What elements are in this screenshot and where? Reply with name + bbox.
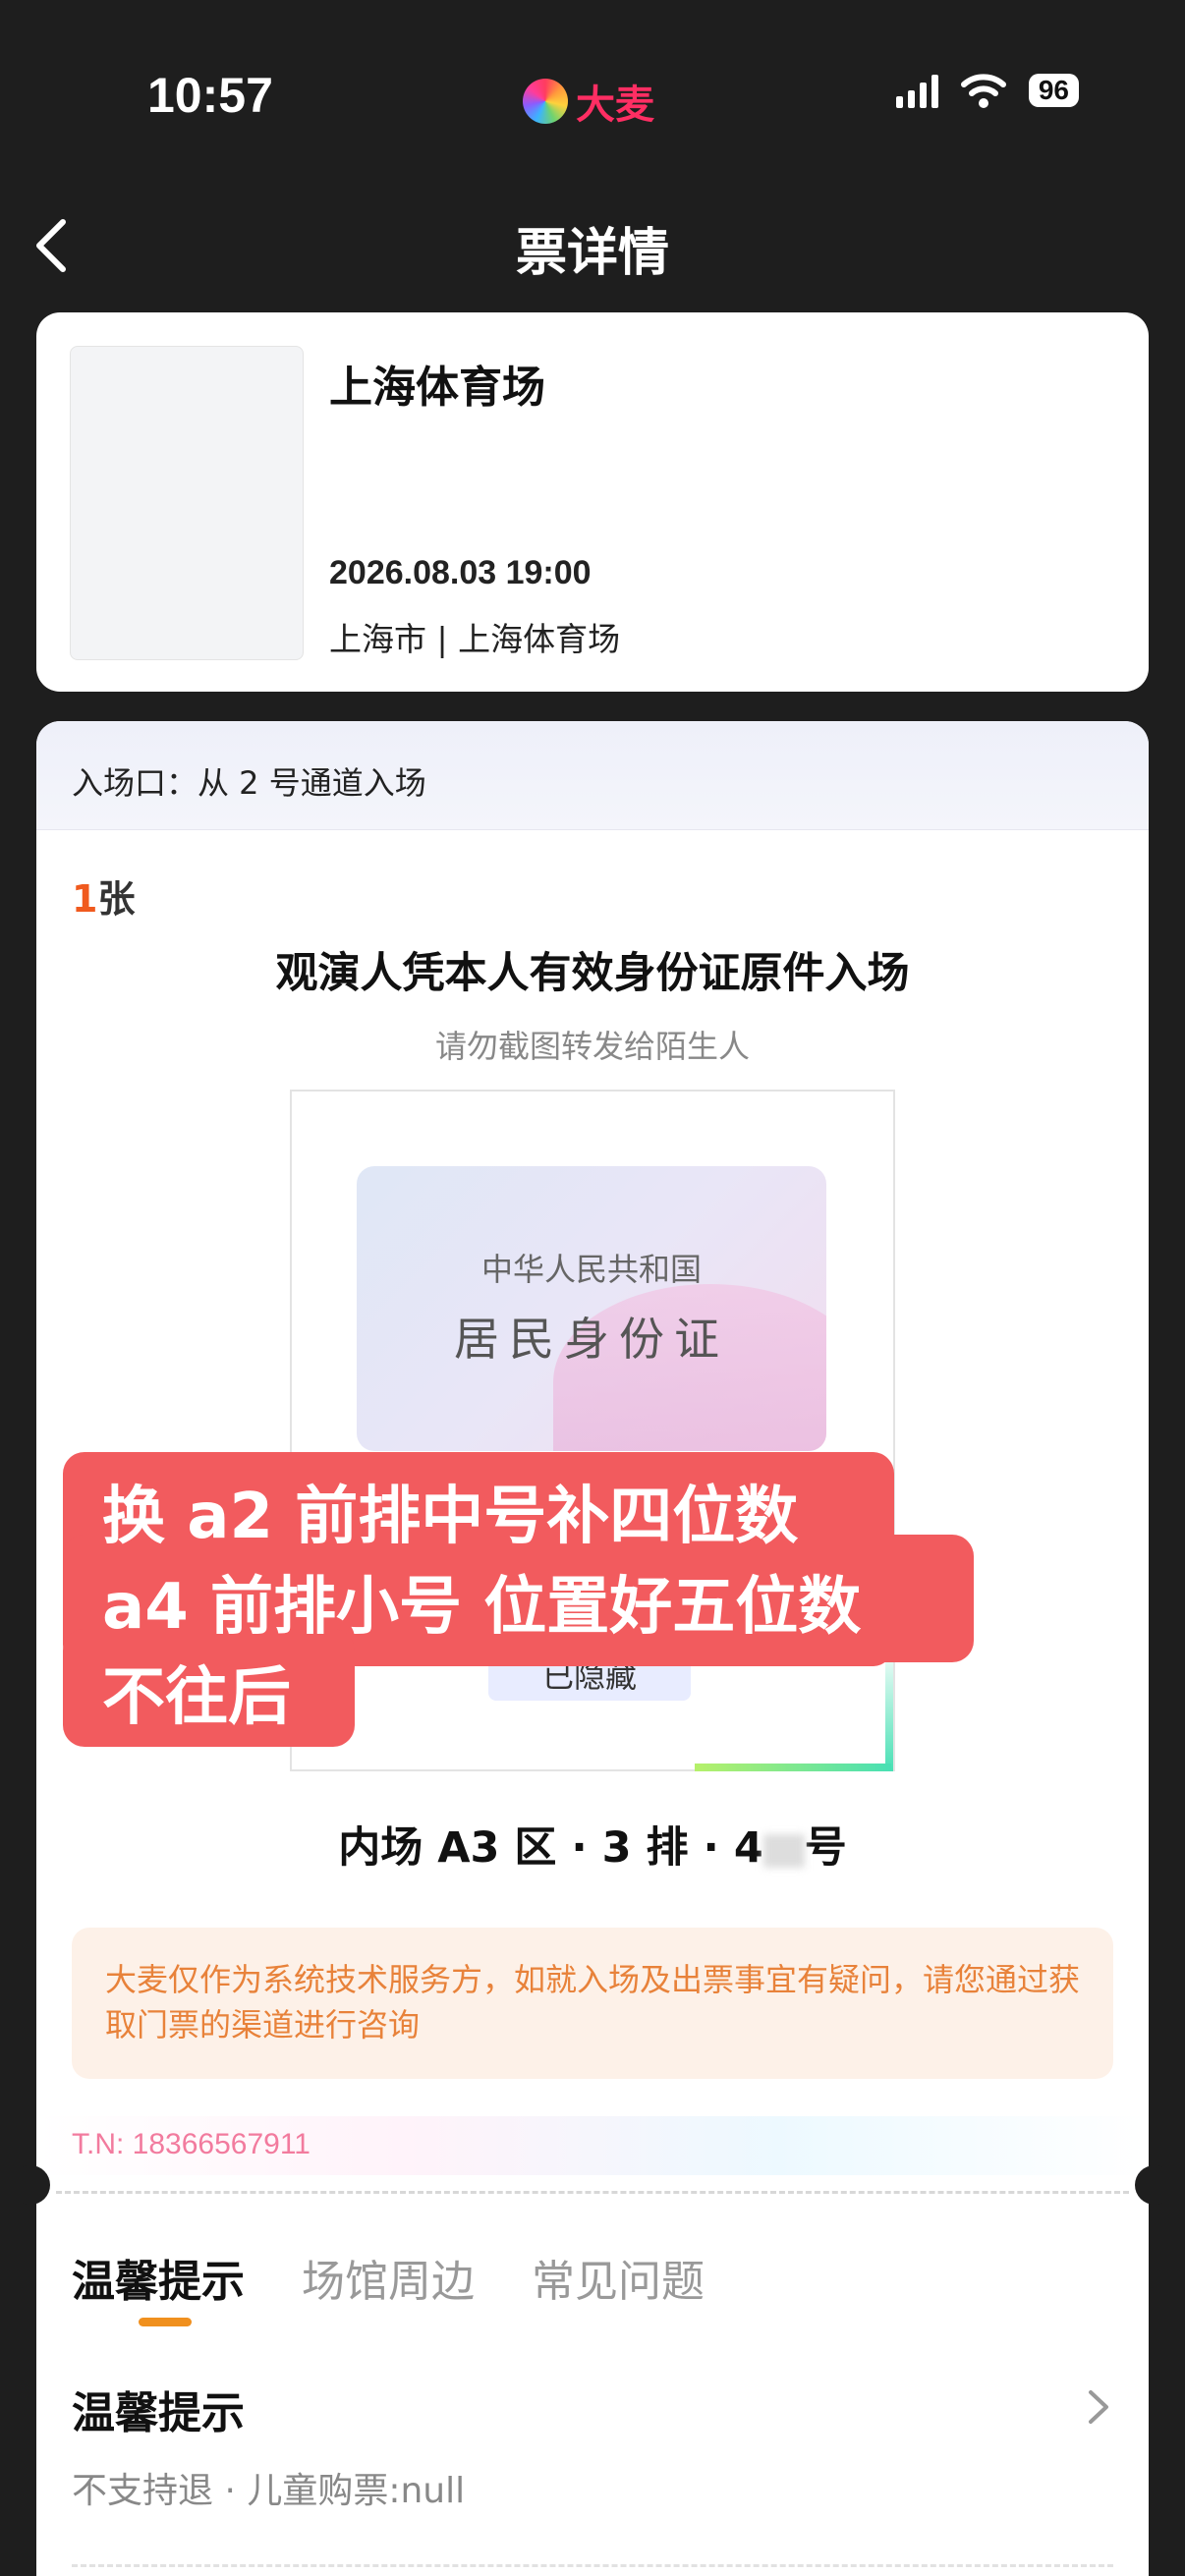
- seat-suffix: 号: [804, 1823, 847, 1873]
- ticket-number: T.N: 18366567911: [72, 2128, 310, 2160]
- battery-indicator: 96: [1028, 74, 1079, 107]
- ticket-count-number: 1: [72, 877, 98, 921]
- cellular-signal-icon: [895, 73, 938, 108]
- tab-tips[interactable]: 温馨提示: [72, 2246, 245, 2309]
- wifi-icon: [960, 74, 1006, 108]
- event-location: 上海市 | 上海体育场: [329, 620, 621, 658]
- scan-indicator: [695, 1764, 891, 1771]
- brand-logo: 大麦: [523, 73, 654, 130]
- overlay-note-text: 换 a2 前排中号补四位数 a4 前排小号 位置好五位数 不往后: [102, 1472, 861, 1743]
- status-time: 10:57: [147, 68, 273, 123]
- damai-flower-icon: [523, 79, 568, 124]
- event-card[interactable]: 上海体育场 2026.08.03 19:00 上海市 | 上海体育场: [36, 312, 1149, 692]
- event-poster: [70, 346, 304, 660]
- id-card-country: 中华人民共和国: [480, 1251, 702, 1288]
- event-name: 上海体育场: [329, 363, 545, 413]
- seat-info: 内场 A3 区 · 3 排 · 4 号: [36, 1814, 1149, 1875]
- system-indicators: 96: [895, 73, 1079, 108]
- event-datetime: 2026.08.03 19:00: [329, 554, 592, 591]
- active-tab-indicator: [139, 2318, 192, 2326]
- info-tabs: 温馨提示 场馆周边 常见问题: [72, 2246, 705, 2309]
- ticket-notch-left: [11, 2165, 50, 2205]
- id-card-type: 居民身份证: [454, 1313, 729, 1366]
- overlay-line-1: 换 a2 前排中号补四位数: [102, 1481, 799, 1553]
- chevron-right-icon[interactable]: [1086, 2387, 1111, 2427]
- tips-section-body: 不支持退 · 儿童购票:null: [72, 2471, 466, 2511]
- section-divider: [72, 2564, 1113, 2567]
- screenshot-warning: 请勿截图转发给陌生人: [434, 1028, 750, 1065]
- entrance-info: 入场口：从 2 号通道入场: [72, 764, 426, 802]
- tear-line: [56, 2191, 1129, 2194]
- seat-number-redacted: [762, 1833, 805, 1868]
- page-title: 票详情: [515, 224, 669, 283]
- id-card-image: 中华人民共和国 居民身份证: [357, 1166, 826, 1451]
- seat-text: 内场 A3 区 · 3 排 · 4: [338, 1823, 763, 1873]
- ticket-count-unit: 张: [97, 877, 136, 921]
- entrance-strip: 入场口：从 2 号通道入场: [36, 721, 1149, 830]
- id-entry-notice: 观演人凭本人有效身份证原件入场: [275, 949, 910, 998]
- overlay-line-2: a4 前排小号 位置好五位数: [102, 1571, 862, 1644]
- tab-venue-surroundings[interactable]: 场馆周边: [302, 2246, 475, 2309]
- disclaimer-text: 大麦仅作为系统技术服务方，如就入场及出票事宜有疑问，请您通过获取门票的渠道进行咨…: [105, 1961, 1081, 2044]
- overlay-line-3: 不往后: [102, 1661, 291, 1734]
- tab-faq[interactable]: 常见问题: [532, 2246, 705, 2309]
- ticket-notch-right: [1135, 2165, 1174, 2205]
- brand-name: 大麦: [576, 83, 654, 128]
- tips-section-title[interactable]: 温馨提示: [72, 2378, 245, 2440]
- ticket-count: 1张: [72, 868, 135, 923]
- disclaimer-box: 大麦仅作为系统技术服务方，如就入场及出票事宜有疑问，请您通过获取门票的渠道进行咨…: [72, 1928, 1113, 2079]
